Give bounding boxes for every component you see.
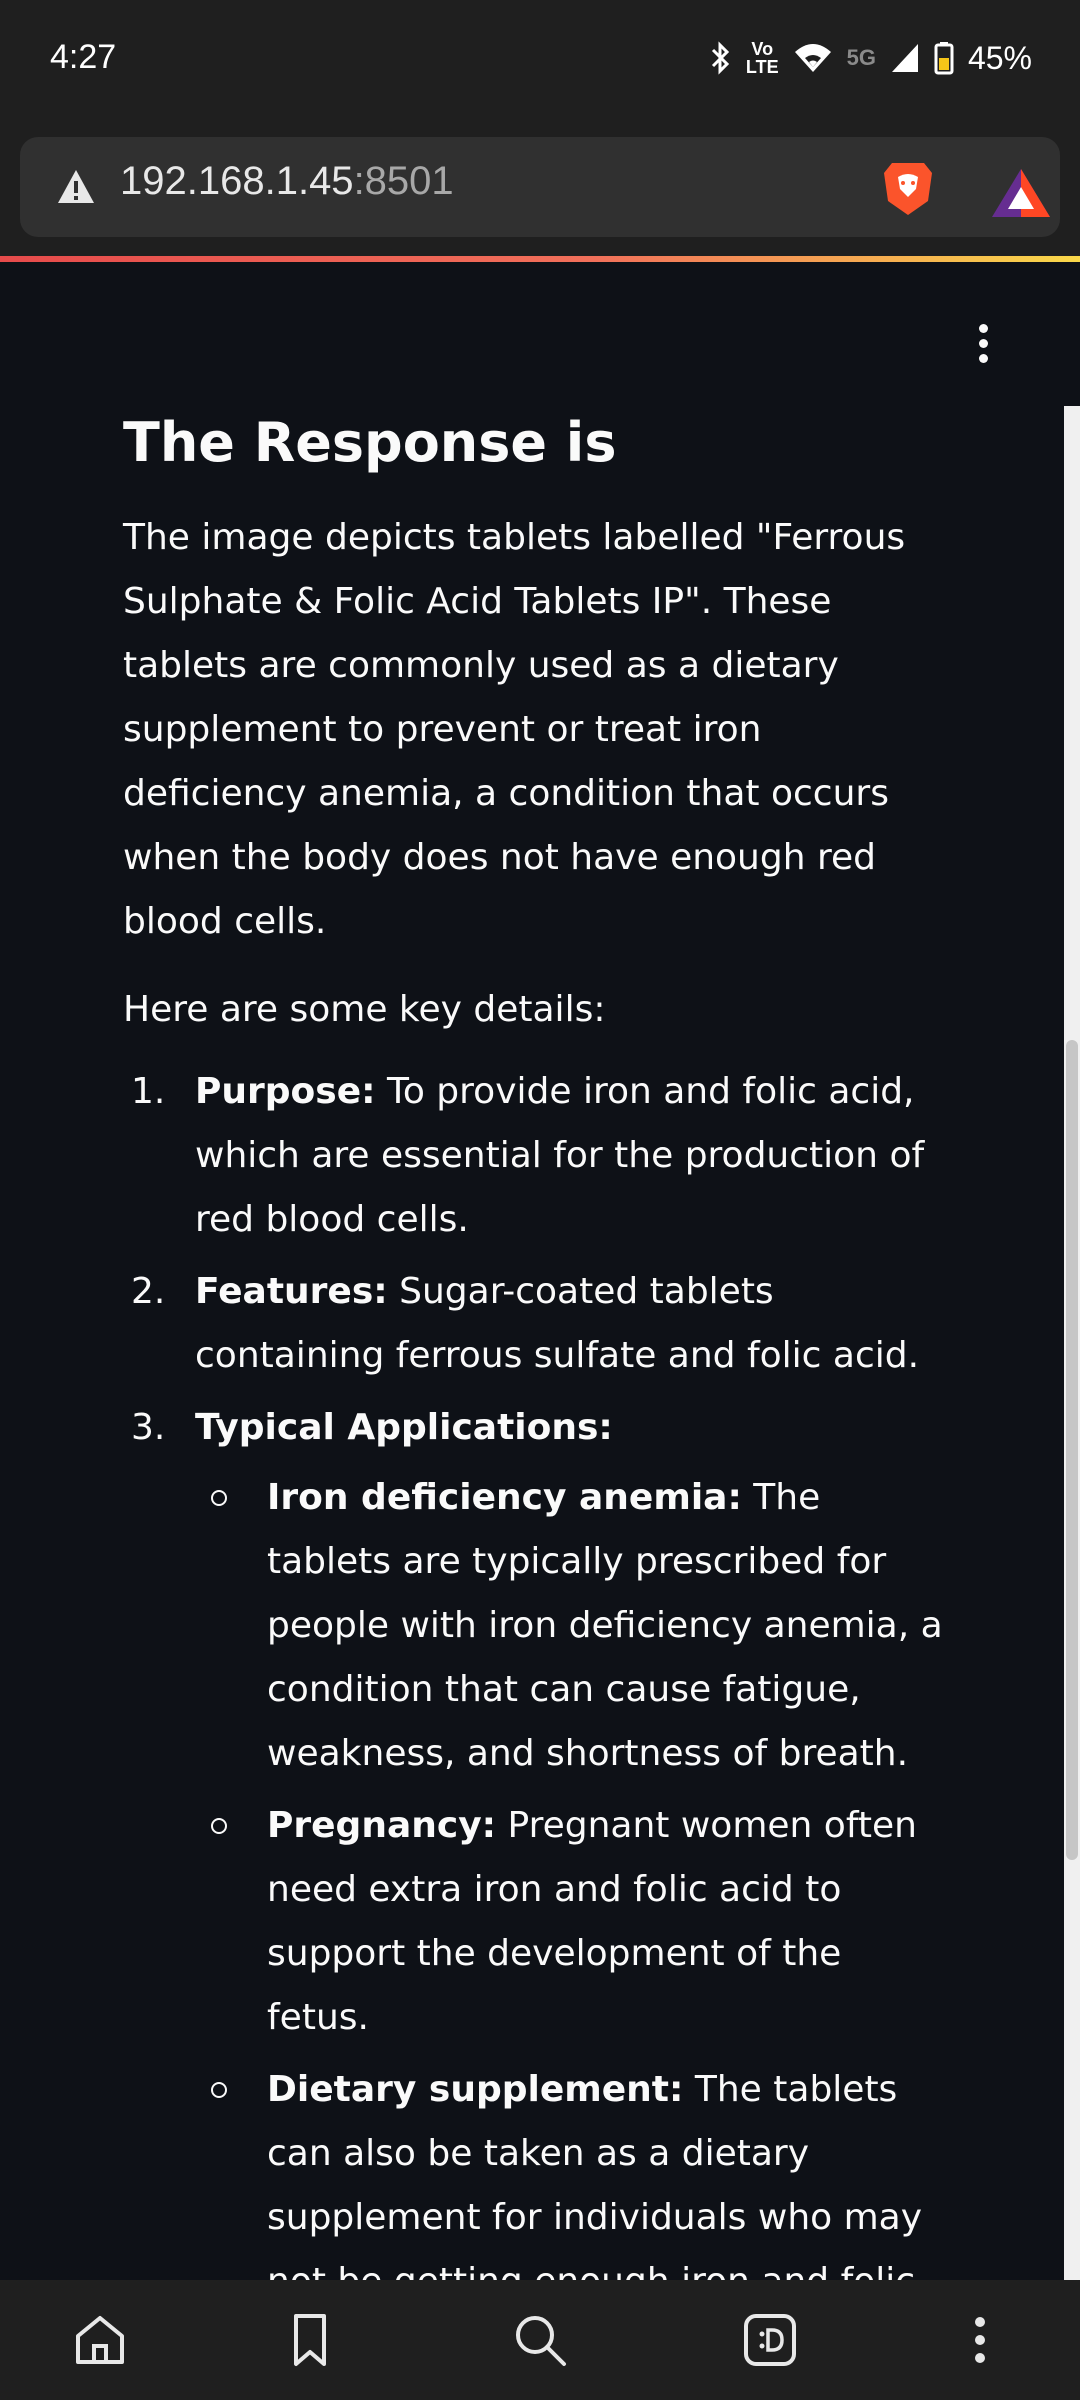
volte-indicator: Vo LTE — [745, 39, 779, 77]
status-icons: Vo LTE 5G 45% — [710, 36, 1032, 80]
list-number: 1. — [131, 1071, 166, 1112]
applications-sublist: Iron deficiency anemia: The tablets are … — [195, 1466, 953, 2280]
bookmark-icon[interactable] — [278, 2308, 342, 2372]
list-item: 1. Purpose: To provide iron and folic ac… — [123, 1060, 953, 1252]
more-vert-icon[interactable] — [948, 2308, 1012, 2372]
browser-bottom-toolbar — [0, 2280, 1080, 2400]
network-type: 5G — [846, 45, 876, 70]
url-host: 192.168.1.45 — [120, 159, 354, 203]
sublist-item-label: Dietary supplement: — [267, 2069, 684, 2110]
list-number: 2. — [131, 1271, 166, 1312]
list-item: 3. Typical Applications: Iron deficiency… — [123, 1396, 953, 2280]
url-port: :8501 — [353, 159, 454, 203]
list-item-label: Features: — [195, 1271, 388, 1312]
sublist-item-text: The tablets are typically prescribed for… — [267, 1477, 943, 1774]
sublist-item-label: Pregnancy: — [267, 1805, 497, 1846]
search-icon[interactable] — [508, 2308, 572, 2372]
status-bar: 4:27 Vo LTE 5G 45% — [0, 0, 1080, 128]
more-vert-icon[interactable] — [968, 324, 998, 370]
web-page: The Response is The image depicts tablet… — [0, 262, 1080, 2280]
battery-icon — [934, 42, 954, 75]
brave-shields-icon[interactable] — [882, 159, 934, 217]
browser-toolbar: 192.168.1.45:8501 — [0, 128, 1080, 258]
home-icon[interactable] — [68, 2308, 132, 2372]
scrollbar-thumb[interactable] — [1066, 1040, 1078, 1860]
brave-rewards-icon[interactable] — [990, 167, 1052, 219]
address-bar[interactable]: 192.168.1.45:8501 — [20, 137, 1060, 237]
tabs-icon[interactable] — [738, 2308, 802, 2372]
sublist-item: Iron deficiency anemia: The tablets are … — [195, 1466, 953, 1786]
key-details-list: 1. Purpose: To provide iron and folic ac… — [123, 1060, 953, 2280]
response-content: The Response is The image depicts tablet… — [123, 407, 953, 2280]
response-paragraph: The image depicts tablets labelled "Ferr… — [123, 517, 906, 942]
bluetooth-icon — [711, 41, 730, 75]
status-time: 4:27 — [50, 38, 117, 76]
bullet-circle-icon — [211, 2082, 227, 2098]
sublist-item-label: Iron deficiency anemia: — [267, 1477, 742, 1518]
signal-icon — [891, 44, 918, 72]
sublist-item: Pregnancy: Pregnant women often need ext… — [195, 1794, 953, 2050]
list-number: 3. — [131, 1407, 166, 1448]
battery-percent: 45% — [967, 39, 1032, 76]
page-title: The Response is — [123, 411, 617, 474]
url-text[interactable]: 192.168.1.45:8501 — [120, 159, 454, 204]
key-details-lead: Here are some key details: — [123, 989, 606, 1030]
list-item: 2. Features: Sugar-coated tablets contai… — [123, 1260, 953, 1388]
bullet-circle-icon — [211, 1490, 227, 1506]
sublist-item: Dietary supplement: The tablets can also… — [195, 2058, 953, 2280]
wifi-icon — [794, 44, 831, 72]
bullet-circle-icon — [211, 1818, 227, 1834]
list-item-label: Typical Applications: — [195, 1407, 613, 1448]
not-secure-warning-icon[interactable] — [56, 167, 96, 207]
list-item-label: Purpose: — [195, 1071, 376, 1112]
